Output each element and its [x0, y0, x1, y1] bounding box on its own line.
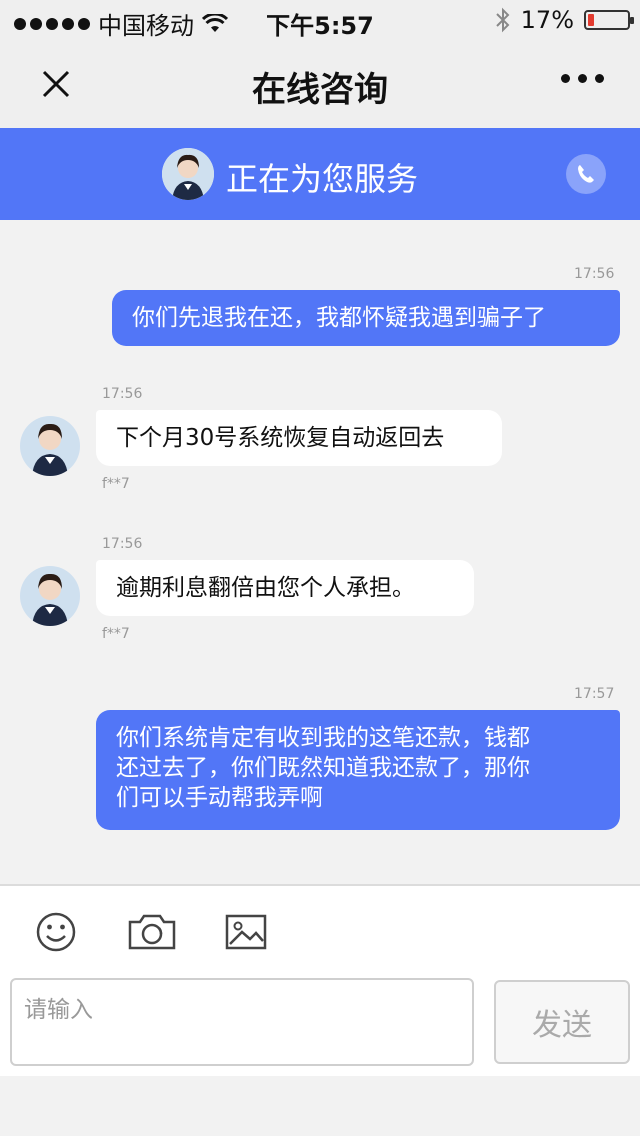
bottom-safe-area — [0, 1076, 640, 1136]
service-status: 正在为您服务 — [226, 160, 419, 198]
message-text: 逾期利息翻倍由您个人承担。 — [116, 575, 415, 601]
emoji-icon[interactable] — [32, 908, 80, 956]
message-time: 17:56 — [102, 386, 143, 402]
agent-avatar — [20, 566, 80, 626]
agent-avatar — [20, 416, 80, 476]
message-time: 17:56 — [102, 536, 143, 552]
agent-avatar — [162, 148, 214, 200]
phone-button[interactable] — [566, 154, 606, 194]
page-title: 在线咨询 — [252, 70, 388, 110]
more-icon[interactable] — [561, 74, 604, 83]
service-banner: 正在为您服务 — [0, 128, 640, 220]
message-bubble-incoming: 下个月30号系统恢复自动返回去 — [96, 410, 502, 466]
send-button[interactable]: 发送 — [494, 980, 630, 1064]
message-line: 还过去了，你们既然知道我还款了，那你 — [116, 755, 530, 781]
battery-fill — [588, 14, 594, 26]
battery-icon — [584, 10, 634, 30]
message-line: 你们系统肯定有收到我的这笔还款，钱都 — [116, 725, 530, 751]
sender-name: f**7 — [102, 476, 130, 492]
camera-icon[interactable] — [126, 908, 178, 956]
message-bubble-outgoing: 你们系统肯定有收到我的这笔还款，钱都 还过去了，你们既然知道我还款了，那你 们可… — [96, 710, 620, 830]
sender-name: f**7 — [102, 626, 130, 642]
chat-area[interactable]: 17:56 你们先退我在还，我都怀疑我遇到骗子了 17:56 下个月30号系统恢… — [0, 220, 640, 884]
status-bar: 中国移动 下午5:57 17% — [0, 0, 640, 40]
message-text: 下个月30号系统恢复自动返回去 — [116, 425, 445, 451]
message-bubble-outgoing: 你们先退我在还，我都怀疑我遇到骗子了 — [112, 290, 620, 346]
message-time: 17:57 — [574, 686, 615, 702]
message-time: 17:56 — [574, 266, 615, 282]
composer: 请输入 发送 — [0, 884, 640, 1076]
input-placeholder: 请输入 — [24, 997, 93, 1023]
message-text: 你们先退我在还，我都怀疑我遇到骗子了 — [132, 305, 546, 331]
phone-icon — [578, 165, 594, 183]
message-line: 们可以手动帮我弄啊 — [116, 785, 323, 811]
message-input[interactable]: 请输入 — [10, 978, 474, 1066]
battery-percent: 17% — [520, 6, 574, 34]
nav-bar: 在线咨询 — [0, 40, 640, 128]
status-right: 17% — [495, 6, 634, 34]
image-icon[interactable] — [222, 908, 270, 956]
message-bubble-incoming: 逾期利息翻倍由您个人承担。 — [96, 560, 474, 616]
bluetooth-icon — [495, 7, 510, 33]
